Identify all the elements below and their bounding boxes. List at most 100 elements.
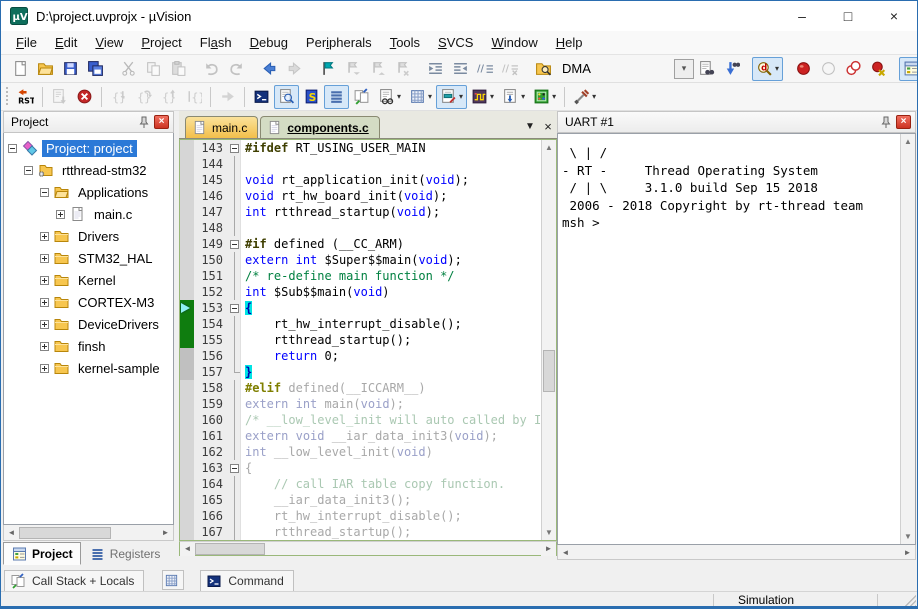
scroll-down-icon[interactable]: ▼ bbox=[542, 525, 556, 540]
tree-item-project-project[interactable]: Project: project bbox=[4, 137, 173, 159]
collapse-icon[interactable] bbox=[40, 188, 49, 197]
dropdown-caret-icon[interactable]: ▾ bbox=[521, 92, 525, 101]
minimize-button[interactable]: – bbox=[779, 1, 825, 31]
redo-button[interactable] bbox=[224, 57, 249, 81]
code-line-165[interactable]: 165 __iar_data_init3(); bbox=[180, 492, 541, 508]
menu-help[interactable]: Help bbox=[547, 32, 592, 53]
tree-item-kernel-sample[interactable]: kernel-sample bbox=[4, 357, 173, 379]
expand-icon[interactable] bbox=[40, 232, 49, 241]
symbol-window-button[interactable]: S bbox=[299, 85, 324, 109]
code-line-159[interactable]: 159extern int main(void); bbox=[180, 396, 541, 412]
code-line-164[interactable]: 164 // call IAR table copy function. bbox=[180, 476, 541, 492]
bookmark-clear-button[interactable] bbox=[390, 57, 415, 81]
code-line-161[interactable]: 161extern void __iar_data_init3(void); bbox=[180, 428, 541, 444]
nav-forward-button[interactable] bbox=[282, 57, 307, 81]
close-file-icon[interactable]: × bbox=[539, 116, 557, 136]
code-text-line[interactable]: void rt_hw_board_init(void); bbox=[241, 188, 541, 204]
tree-item-applications[interactable]: Applications bbox=[4, 181, 173, 203]
scroll-left-icon[interactable]: ◄ bbox=[180, 542, 195, 556]
dropdown-caret-icon[interactable]: ▾ bbox=[552, 92, 556, 101]
code-text-line[interactable]: extern int $Super$$main(void); bbox=[241, 252, 541, 268]
toolbox-button[interactable]: ▾ bbox=[529, 85, 560, 109]
expand-icon[interactable] bbox=[40, 276, 49, 285]
menu-tools[interactable]: Tools bbox=[381, 32, 429, 53]
step-over-button[interactable]: {} bbox=[131, 85, 156, 109]
watch-window-button[interactable]: ▾ bbox=[374, 85, 405, 109]
folder-open-button[interactable] bbox=[33, 57, 58, 81]
tree-item-devicedrivers[interactable]: DeviceDrivers bbox=[4, 313, 173, 335]
code-line-167[interactable]: 167 rtthread_startup(); bbox=[180, 524, 541, 540]
tree-item-finsh[interactable]: finsh bbox=[4, 335, 173, 357]
code-text-line[interactable]: void rt_application_init(void); bbox=[241, 172, 541, 188]
outdent-button[interactable] bbox=[448, 57, 473, 81]
editor-vscrollbar[interactable]: ▲ ▼ bbox=[541, 140, 556, 540]
analysis-window-button[interactable]: ▾ bbox=[467, 85, 498, 109]
breakpoint-button[interactable] bbox=[791, 57, 816, 81]
code-text-line[interactable]: // call IAR table copy function. bbox=[241, 476, 541, 492]
code-text-line[interactable]: #ifdef RT_USING_USER_MAIN bbox=[241, 140, 541, 156]
expand-icon[interactable] bbox=[56, 210, 65, 219]
code-line-166[interactable]: 166 rt_hw_interrupt_disable(); bbox=[180, 508, 541, 524]
code-text-line[interactable]: #elif defined(__ICCARM__) bbox=[241, 380, 541, 396]
project-hscrollbar[interactable]: ◄ ► bbox=[3, 525, 174, 541]
code-text-line[interactable]: rtthread_startup(); bbox=[241, 524, 541, 540]
find-in-files-button[interactable] bbox=[694, 57, 719, 81]
run-to-cursor-button[interactable]: {} bbox=[181, 85, 206, 109]
code-text-line[interactable]: rt_hw_interrupt_disable(); bbox=[241, 316, 541, 332]
scroll-right-icon[interactable]: ► bbox=[900, 545, 915, 559]
step-out-button[interactable]: {} bbox=[156, 85, 181, 109]
code-text[interactable]: 143#ifdef RT_USING_USER_MAIN144145void r… bbox=[180, 140, 541, 540]
call-stack-tab[interactable]: Call Stack + Locals bbox=[4, 570, 144, 591]
folder-search-button[interactable] bbox=[531, 57, 556, 81]
tree-item-kernel[interactable]: Kernel bbox=[4, 269, 173, 291]
code-line-160[interactable]: 160/* __low_level_init will auto called … bbox=[180, 412, 541, 428]
menu-file[interactable]: File bbox=[7, 32, 46, 53]
dropdown-caret-icon[interactable]: ▾ bbox=[592, 92, 596, 101]
breakpoint-disabled-button[interactable] bbox=[816, 57, 841, 81]
breakpoint-disable-all-button[interactable] bbox=[841, 57, 866, 81]
code-line-148[interactable]: 148 bbox=[180, 220, 541, 236]
expand-icon[interactable] bbox=[40, 320, 49, 329]
stop-button[interactable] bbox=[72, 85, 97, 109]
save-button[interactable] bbox=[58, 57, 83, 81]
step-into-button[interactable]: {} bbox=[106, 85, 131, 109]
code-line-151[interactable]: 151/* re-define main function */ bbox=[180, 268, 541, 284]
system-viewer-button[interactable]: ▾ bbox=[498, 85, 529, 109]
command-tab[interactable]: Command bbox=[200, 570, 293, 591]
call-stack-window-button[interactable] bbox=[349, 85, 374, 109]
indent-button[interactable] bbox=[423, 57, 448, 81]
cut-button[interactable] bbox=[116, 57, 141, 81]
code-text-line[interactable]: int __low_level_init(void) bbox=[241, 444, 541, 460]
fold-collapse-icon[interactable] bbox=[228, 460, 241, 476]
code-line-162[interactable]: 162int __low_level_init(void) bbox=[180, 444, 541, 460]
save-all-button[interactable] bbox=[83, 57, 108, 81]
tree-item-drivers[interactable]: Drivers bbox=[4, 225, 173, 247]
uart-hscrollbar[interactable]: ◄ ► bbox=[557, 545, 916, 560]
copy-button[interactable] bbox=[141, 57, 166, 81]
find-text-value[interactable]: DMA bbox=[556, 61, 674, 76]
pin-icon[interactable] bbox=[137, 115, 151, 129]
scroll-thumb[interactable] bbox=[543, 350, 555, 392]
paste-button[interactable] bbox=[166, 57, 191, 81]
pin-icon[interactable] bbox=[879, 115, 893, 129]
scroll-down-icon[interactable]: ▼ bbox=[901, 529, 915, 544]
collapse-icon[interactable] bbox=[8, 144, 17, 153]
code-line-158[interactable]: 158#elif defined(__ICCARM__) bbox=[180, 380, 541, 396]
panel-tab-registers[interactable]: Registers bbox=[81, 542, 169, 565]
project-window-button[interactable] bbox=[899, 57, 918, 81]
uart-vscrollbar[interactable]: ▲ ▼ bbox=[900, 134, 915, 544]
menu-project[interactable]: Project bbox=[132, 32, 190, 53]
nav-back-button[interactable] bbox=[257, 57, 282, 81]
expand-icon[interactable] bbox=[40, 342, 49, 351]
expand-icon[interactable] bbox=[40, 254, 49, 263]
code-text-line[interactable]: #if defined (__CC_ARM) bbox=[241, 236, 541, 252]
code-line-145[interactable]: 145void rt_application_init(void); bbox=[180, 172, 541, 188]
menu-debug[interactable]: Debug bbox=[241, 32, 297, 53]
run-button[interactable] bbox=[47, 85, 72, 109]
fold-collapse-icon[interactable] bbox=[228, 300, 241, 316]
scroll-up-icon[interactable]: ▲ bbox=[901, 134, 915, 149]
code-line-163[interactable]: 163{ bbox=[180, 460, 541, 476]
debug-settings-button[interactable]: ▾ bbox=[569, 85, 600, 109]
menu-window[interactable]: Window bbox=[482, 32, 546, 53]
combo-dropdown-icon[interactable]: ▾ bbox=[674, 59, 694, 79]
